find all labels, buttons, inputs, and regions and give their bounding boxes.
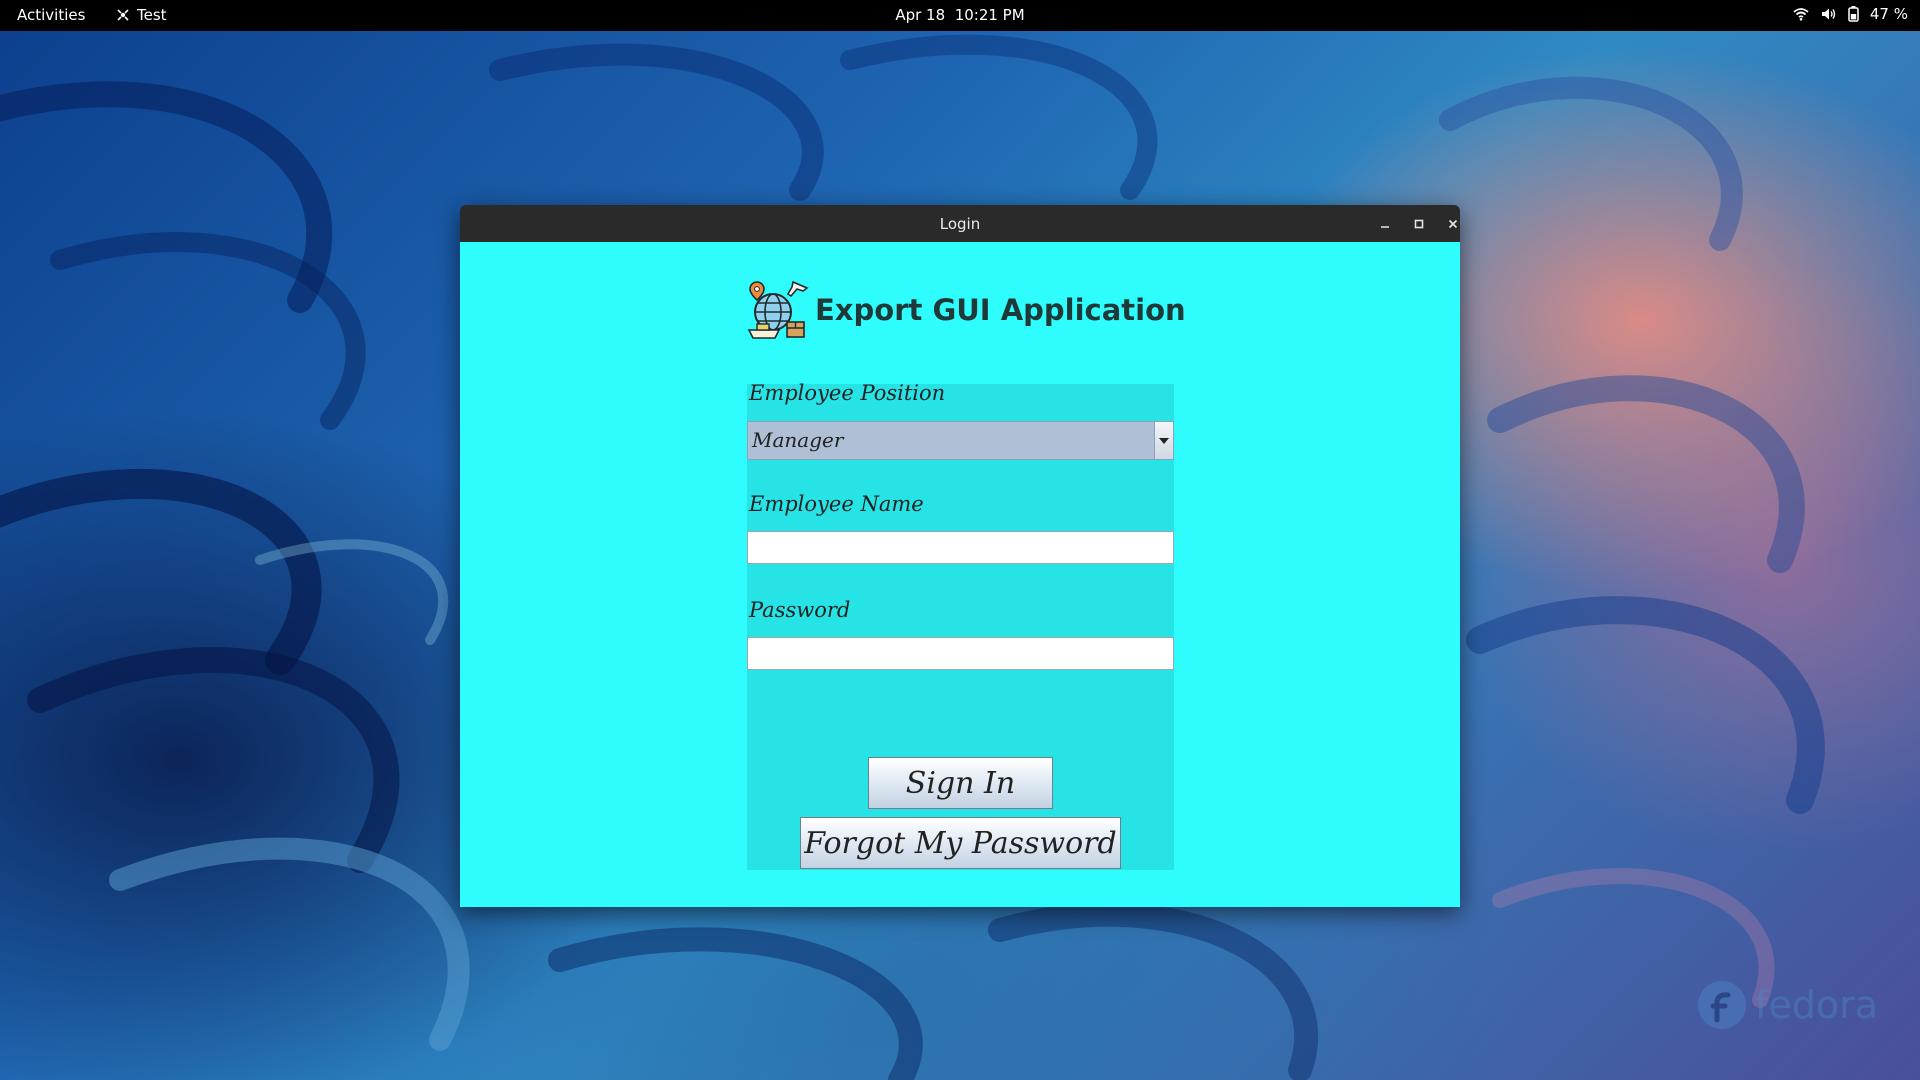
close-button[interactable] — [1441, 212, 1460, 236]
minimize-button[interactable] — [1373, 212, 1397, 236]
top-bar: Activities Test Apr 18 10:21 PM 47 % — [0, 0, 1920, 31]
employee-position-label: Employee Position — [749, 381, 946, 405]
battery-percent: 47 % — [1869, 5, 1908, 23]
window-content: Export GUI Application Employee Position… — [460, 242, 1460, 907]
maximize-button[interactable] — [1407, 212, 1431, 236]
window-title: Login — [939, 215, 981, 233]
employee-position-select[interactable]: Manager — [747, 421, 1174, 460]
clock-date: Apr 18 — [895, 6, 946, 24]
employee-name-label: Employee Name — [749, 492, 924, 516]
dropdown-arrow[interactable] — [1154, 422, 1173, 459]
forgot-password-button[interactable]: Forgot My Password — [800, 817, 1121, 869]
fedora-wordmark: fedora — [1755, 983, 1879, 1027]
login-window: Login Export GUI Application Employee Po… — [460, 205, 1460, 907]
app-menu[interactable]: Test — [116, 6, 167, 24]
password-field[interactable] — [747, 637, 1174, 670]
app-menu-label: Test — [137, 6, 167, 24]
clock-time: 10:21 PM — [954, 6, 1025, 24]
window-titlebar[interactable]: Login — [460, 205, 1460, 242]
employee-name-field[interactable] — [747, 531, 1174, 564]
app-menu-icon — [117, 9, 129, 21]
fedora-watermark: fedora — [1697, 980, 1878, 1030]
minimize-icon — [1381, 226, 1389, 228]
system-tray[interactable]: 47 % — [1792, 5, 1908, 23]
login-form: Employee Position Manager Employee Name … — [747, 381, 1174, 870]
activities-button[interactable]: Activities — [17, 6, 85, 24]
employee-position-value: Manager — [752, 428, 844, 452]
maximize-icon — [1414, 219, 1424, 229]
app-header: Export GUI Application — [747, 278, 1186, 342]
chevron-down-icon — [1159, 437, 1169, 444]
fedora-logo-icon — [1698, 981, 1746, 1029]
wifi-icon — [1792, 5, 1810, 23]
battery-icon — [1848, 5, 1860, 23]
app-logo-icon — [747, 280, 809, 339]
password-label: Password — [749, 598, 851, 622]
clock-button[interactable]: Apr 18 10:21 PM — [895, 6, 1024, 24]
sign-in-button[interactable]: Sign In — [868, 757, 1053, 809]
volume-icon — [1820, 5, 1838, 23]
app-title: Export GUI Application — [815, 293, 1186, 327]
close-icon — [1448, 219, 1458, 229]
clock: Apr 18 10:21 PM — [0, 6, 1920, 24]
